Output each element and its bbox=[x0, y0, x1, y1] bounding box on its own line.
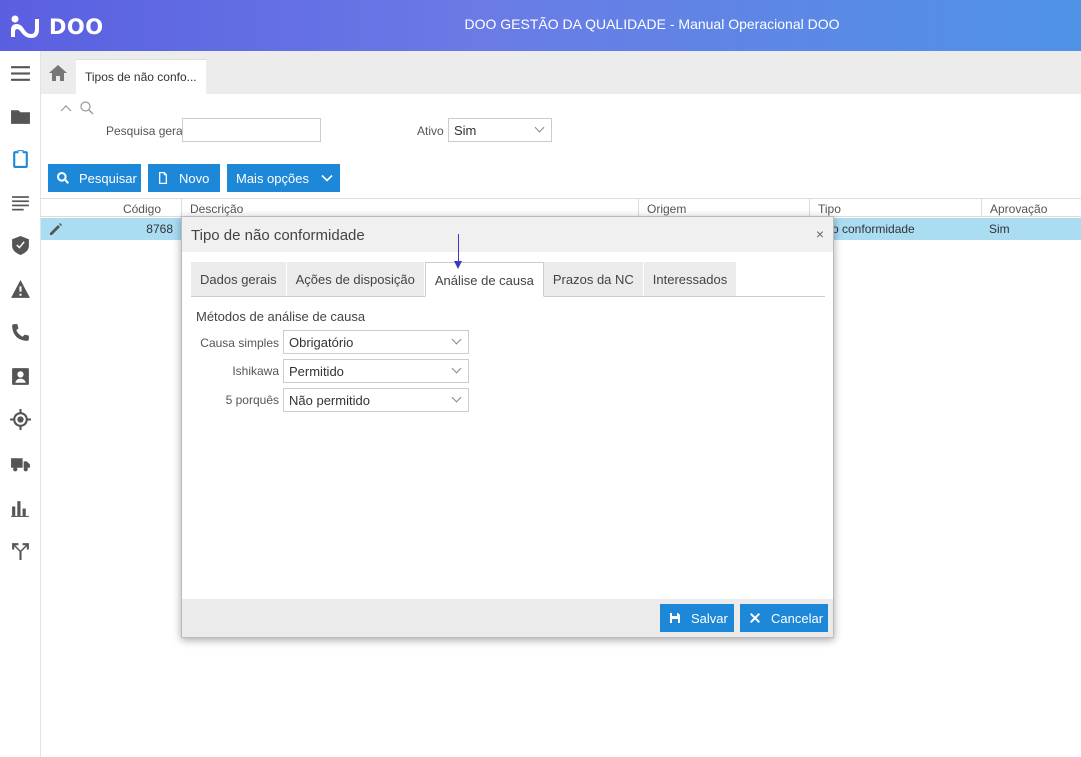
tab-prazos-da-nc[interactable]: Prazos da NC bbox=[543, 262, 644, 296]
modal-tabs: Dados gerais Ações de disposição Análise… bbox=[191, 262, 825, 297]
annotation-arrow-head bbox=[454, 261, 462, 269]
cell-codigo: 8768 bbox=[146, 222, 173, 236]
causa-simples-value: Obrigatório bbox=[289, 335, 354, 350]
shield-check-icon[interactable] bbox=[0, 227, 41, 263]
modal-dialog: Tipo de não conformidade × Dados gerais … bbox=[181, 216, 834, 638]
close-icon[interactable]: × bbox=[816, 226, 824, 242]
new-button[interactable]: Novo bbox=[148, 164, 220, 192]
sidebar bbox=[0, 51, 41, 757]
truck-icon[interactable] bbox=[0, 445, 41, 481]
list-lines-icon[interactable] bbox=[0, 184, 41, 220]
search-icon bbox=[57, 172, 69, 184]
modal-header: Tipo de não conformidade × bbox=[182, 217, 833, 252]
branch-icon[interactable] bbox=[0, 532, 41, 568]
ishikawa-select[interactable]: Permitido bbox=[283, 359, 469, 383]
cell-aprovacao: Sim bbox=[989, 222, 1010, 236]
search-input[interactable] bbox=[182, 118, 321, 142]
tab-interessados[interactable]: Interessados bbox=[643, 262, 738, 296]
app-title: DOO GESTÃO DA QUALIDADE - Manual Operaci… bbox=[464, 16, 840, 32]
contact-card-icon[interactable] bbox=[0, 358, 41, 394]
chevron-down-icon bbox=[451, 363, 462, 374]
chevron-down-icon bbox=[451, 392, 462, 403]
annotation-arrow bbox=[458, 234, 459, 264]
search-icon bbox=[80, 101, 94, 115]
chevron-down-icon bbox=[321, 174, 333, 182]
top-bar: DOO DOO GESTÃO DA QUALIDADE - Manual Ope… bbox=[0, 0, 1081, 51]
causa-simples-select[interactable]: Obrigatório bbox=[283, 330, 469, 354]
tab-tipos-nao-conformidade[interactable]: Tipos de não confo... bbox=[76, 59, 206, 94]
chevron-down-icon bbox=[451, 334, 462, 345]
cancel-button-label: Cancelar bbox=[771, 610, 824, 626]
folder-icon[interactable] bbox=[0, 98, 41, 134]
logo-text: DOO bbox=[49, 15, 104, 39]
column-header-descricao[interactable]: Descrição bbox=[181, 199, 638, 217]
chevron-up-icon bbox=[60, 105, 72, 112]
target-icon[interactable] bbox=[0, 401, 41, 437]
ishikawa-label: Ishikawa bbox=[232, 364, 279, 378]
clipboard-icon[interactable] bbox=[0, 140, 41, 176]
tab-analise-de-causa[interactable]: Análise de causa bbox=[424, 262, 544, 297]
column-header-origem[interactable]: Origem bbox=[638, 199, 809, 217]
new-document-icon bbox=[159, 172, 167, 184]
more-options-label: Mais opções bbox=[236, 170, 309, 186]
search-label: Pesquisa geral bbox=[106, 124, 186, 138]
doo-logo-icon bbox=[11, 15, 39, 38]
cell-tipo: o conformidade bbox=[832, 222, 915, 236]
warning-icon[interactable] bbox=[0, 271, 41, 307]
modal-body: Dados gerais Ações de disposição Análise… bbox=[182, 252, 833, 599]
active-select-value: Sim bbox=[454, 123, 477, 138]
cancel-button[interactable]: Cancelar bbox=[740, 604, 828, 632]
edit-pencil-icon[interactable] bbox=[45, 218, 65, 240]
close-x-icon bbox=[750, 613, 760, 623]
cinco-porques-select[interactable]: Não permitido bbox=[283, 388, 469, 412]
active-select[interactable]: Sim bbox=[448, 118, 552, 142]
cinco-porques-label: 5 porquês bbox=[225, 393, 279, 407]
modal-footer: Salvar Cancelar bbox=[182, 599, 833, 637]
grid-header: Código Descrição Origem Tipo Aprovação bbox=[41, 198, 1081, 217]
modal-title: Tipo de não conformidade bbox=[191, 227, 365, 244]
page-tab-bar: Tipos de não confo... bbox=[41, 51, 1081, 94]
active-label: Ativo bbox=[417, 124, 444, 138]
chevron-down-icon bbox=[534, 122, 545, 133]
app-logo[interactable]: DOO bbox=[9, 12, 104, 42]
causa-simples-label: Causa simples bbox=[200, 336, 279, 350]
search-button-label: Pesquisar bbox=[79, 170, 137, 186]
tab-dados-gerais[interactable]: Dados gerais bbox=[191, 262, 287, 296]
search-button[interactable]: Pesquisar bbox=[48, 164, 141, 192]
column-header-codigo[interactable]: Código bbox=[67, 199, 181, 217]
ishikawa-value: Permitido bbox=[289, 364, 344, 379]
tab-acoes-de-disposicao[interactable]: Ações de disposição bbox=[286, 262, 425, 296]
column-header-tipo[interactable]: Tipo bbox=[809, 199, 981, 217]
hamburger-menu-icon[interactable] bbox=[0, 55, 41, 91]
more-options-button[interactable]: Mais opções bbox=[227, 164, 340, 192]
section-title: Métodos de análise de causa bbox=[196, 309, 366, 324]
save-icon bbox=[670, 613, 680, 623]
save-button-label: Salvar bbox=[691, 610, 728, 626]
column-header-aprovacao[interactable]: Aprovação bbox=[981, 199, 1081, 217]
new-button-label: Novo bbox=[179, 170, 210, 186]
cinco-porques-value: Não permitido bbox=[289, 393, 370, 408]
save-button[interactable]: Salvar bbox=[660, 604, 734, 632]
home-icon[interactable] bbox=[49, 65, 67, 81]
phone-icon[interactable] bbox=[0, 314, 41, 350]
bar-chart-icon[interactable] bbox=[0, 489, 41, 525]
